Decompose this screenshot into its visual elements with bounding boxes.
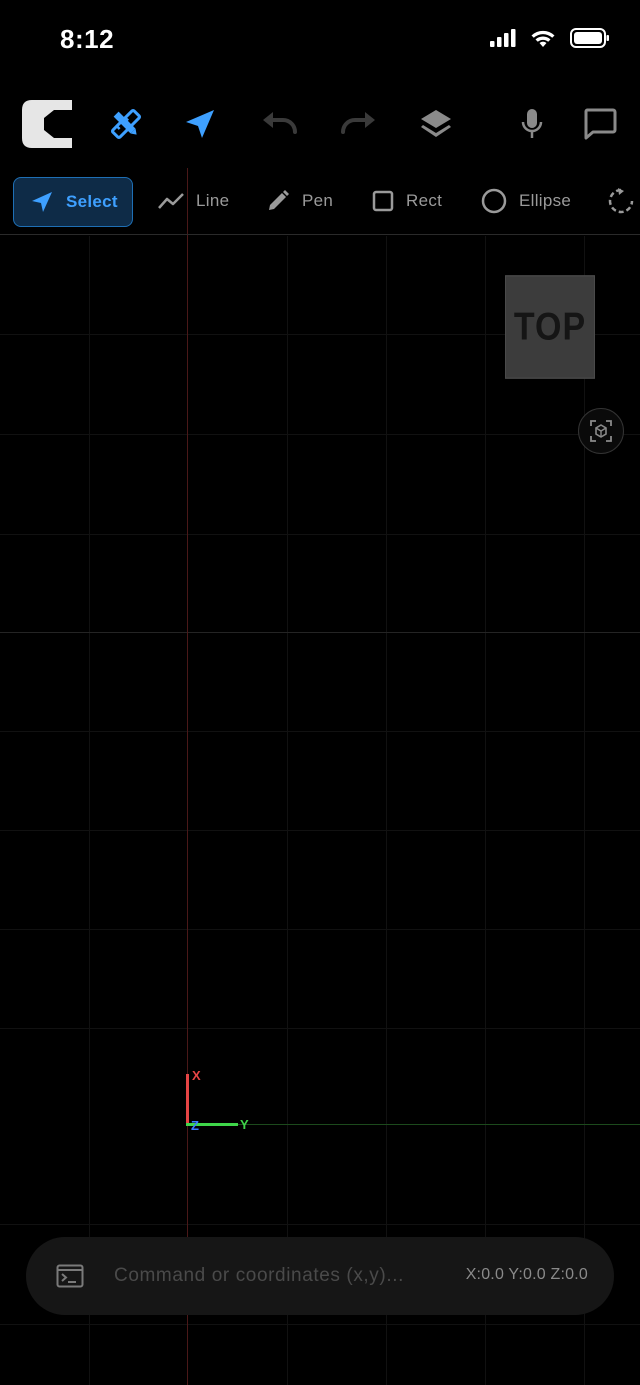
terminal-icon[interactable] — [56, 1264, 84, 1293]
arrow-icon — [186, 110, 214, 138]
top-toolbar — [0, 84, 640, 164]
grid-line — [0, 434, 640, 435]
grid-line — [0, 830, 640, 831]
x-axis-line — [187, 168, 188, 1385]
gizmo-x-label: X — [192, 1068, 201, 1083]
undo-icon — [263, 112, 297, 134]
status-time: 8:12 — [60, 24, 115, 54]
grid-line — [0, 1224, 640, 1225]
tool-rect-label: Rect — [406, 191, 443, 210]
view-cube-label: TOP — [513, 304, 587, 349]
tool-line-label: Line — [196, 191, 230, 210]
tool-rect[interactable]: Rect — [372, 177, 442, 225]
tool-ellipse-label: Ellipse — [519, 191, 572, 210]
command-bar: X:0.0 Y:0.0 Z:0.0 — [26, 1237, 614, 1315]
chat-button[interactable] — [572, 84, 628, 164]
gizmo-y-label: Y — [240, 1117, 249, 1132]
grid-line — [0, 1324, 640, 1325]
layers-button[interactable] — [408, 84, 464, 164]
grid-line — [584, 236, 585, 1385]
navigate-button[interactable] — [172, 84, 228, 164]
gizmo-x-axis — [186, 1074, 189, 1126]
grid-line — [287, 236, 288, 1385]
grid-line — [0, 534, 640, 535]
tool-select-label: Select — [66, 192, 118, 211]
tool-pen[interactable]: Pen — [266, 177, 333, 225]
grid-line — [386, 236, 387, 1385]
chat-icon — [584, 108, 617, 140]
grid-line — [89, 236, 90, 1385]
tool-arc[interactable] — [608, 177, 634, 225]
arc-rotate-icon — [608, 188, 634, 214]
tool-pen-label: Pen — [302, 191, 334, 210]
zoom-fit-button[interactable] — [578, 408, 624, 454]
focus-cube-icon — [590, 420, 612, 442]
view-cube[interactable]: TOP — [505, 275, 595, 379]
grid-major-line — [0, 632, 640, 633]
app-logo-button[interactable] — [18, 84, 76, 164]
drawing-tools-bar: Select Line Pen Rect Ellipse — [0, 168, 640, 235]
ellipse-icon — [481, 188, 507, 214]
grid-line — [485, 236, 486, 1385]
grid-line — [0, 1028, 640, 1029]
undo-button[interactable] — [252, 84, 308, 164]
tool-ellipse[interactable]: Ellipse — [481, 177, 571, 225]
grid-line — [0, 929, 640, 930]
command-input[interactable] — [114, 1259, 454, 1293]
status-icons — [490, 28, 610, 48]
status-bar: 8:12 — [0, 0, 640, 84]
redo-button[interactable] — [330, 84, 386, 164]
polyline-icon — [158, 193, 184, 209]
app-logo-icon — [22, 100, 72, 148]
y-axis-line — [187, 1124, 640, 1125]
redo-icon — [341, 112, 375, 134]
gizmo-z-label: Z — [191, 1118, 199, 1133]
drawing-canvas[interactable]: TOP X Y Z — [0, 168, 640, 1385]
design-tools-button[interactable] — [98, 84, 154, 164]
grid-line — [0, 731, 640, 732]
mic-icon — [521, 109, 543, 138]
ruler-pencil-icon — [110, 108, 142, 140]
tool-select[interactable]: Select — [13, 177, 133, 227]
microphone-button[interactable] — [504, 84, 560, 164]
select-arrow-icon — [32, 192, 52, 212]
app-root: 8:12 Select Line Pen Rect Ellipse TOP X … — [0, 0, 640, 1385]
wifi-icon — [531, 30, 555, 47]
pen-icon — [269, 190, 289, 210]
layers-icon — [421, 110, 451, 137]
cellular-signal-icon — [490, 29, 516, 47]
rectangle-icon — [372, 190, 394, 212]
battery-icon — [570, 28, 609, 48]
coordinates-readout: X:0.0 Y:0.0 Z:0.0 — [465, 1266, 588, 1283]
tool-line[interactable]: Line — [158, 177, 229, 225]
